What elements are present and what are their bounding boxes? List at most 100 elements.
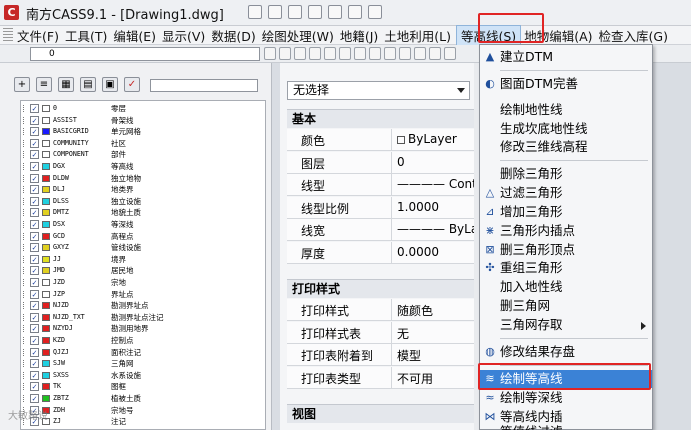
layer-color-swatch[interactable] [42,371,50,379]
dropdown-item[interactable]: ⋇ 三角形内插点 [480,222,652,240]
layer-color-swatch[interactable] [42,116,50,124]
menu-0[interactable]: 文件(F) [17,26,65,45]
layer-row[interactable]: ✓ TK 图框 [21,381,265,392]
layer-visible-checkbox[interactable]: ✓ [30,278,39,287]
layer-row[interactable]: ✓ DLDW 独立地物 [21,173,265,184]
property-value[interactable]: 模型 [397,347,477,364]
layer-visible-checkbox[interactable]: ✓ [30,220,39,229]
layer-color-swatch[interactable] [42,174,50,182]
undo-icon[interactable] [328,5,342,19]
help-icon[interactable] [444,47,456,60]
property-row[interactable]: 线型比例 1.0000 [287,196,477,219]
layer-row[interactable]: ✓ BASICGRID 单元网格 [21,126,265,137]
redo-icon[interactable] [348,5,362,19]
layer-row[interactable]: ✓ JMD 居民地 [21,265,265,276]
layer-row[interactable]: ✓ GCD 高程点 [21,231,265,242]
property-value[interactable]: ByLayer [397,132,477,146]
property-value[interactable]: 0 [397,155,477,169]
zoom-icon[interactable] [264,47,276,60]
menu-4[interactable]: 数据(D) [211,26,261,45]
layer-color-swatch[interactable] [42,105,50,112]
property-value[interactable]: ———— Contin [397,177,477,191]
layer-row[interactable]: ✓ ZJ 注记 [21,416,265,427]
property-row[interactable]: 打印表附着到 模型 [287,344,477,367]
layer-manager-icon[interactable] [414,47,426,60]
layer-color-swatch[interactable] [42,360,50,368]
layer-row[interactable]: ✓ NJZD_TXT 勘测界址点注记 [21,312,265,323]
layer-row[interactable]: ✓ ASSIST 骨架线 [21,115,265,126]
layer-color-swatch[interactable] [42,255,50,263]
layer-color-swatch[interactable] [42,209,50,217]
layer-visible-checkbox[interactable]: ✓ [30,104,39,113]
dropdown-item[interactable]: 三角网存取 [480,316,652,334]
layer-color-swatch[interactable] [42,302,50,310]
property-value[interactable]: 0.0000 [397,245,477,259]
layer-visible-checkbox[interactable]: ✓ [30,115,39,125]
menu-7[interactable]: 土地利用(L) [384,26,457,45]
layer-visible-checkbox[interactable]: ✓ [30,208,39,218]
zoom-window-icon[interactable] [294,47,306,60]
layer-visible-checkbox[interactable]: ✓ [30,266,39,276]
section-basic[interactable]: 基本 [287,109,477,128]
dropdown-item[interactable]: ≈ 绘制等深线 [480,389,652,407]
layer-freeze-icon[interactable]: ▤ [80,77,96,92]
layer-row[interactable]: ✓ KZD 控制点 [21,335,265,346]
section-print-style[interactable]: 打印样式 [287,279,477,298]
layer-search-input[interactable] [150,79,258,92]
layer-row[interactable]: ✓ ZDH 宗地号 [21,405,265,416]
layer-row[interactable]: ✓ QJZJ 面积注记 [21,347,265,358]
layer-visible-checkbox[interactable]: ✓ [30,394,39,403]
dropdown-item[interactable]: ▲ 建立DTM [480,48,652,66]
layer-visible-checkbox[interactable]: ✓ [30,301,39,311]
layer-color-swatch[interactable] [42,139,50,147]
layer-on-icon[interactable]: ▣ [102,77,118,92]
layer-color-swatch[interactable] [42,244,50,252]
layer-row[interactable]: ✓ JZD 宗地 [21,277,265,288]
menu-10[interactable]: 检查入库(G) [599,26,674,45]
layer-visible-checkbox[interactable]: ✓ [30,254,39,264]
layer-filter-icon[interactable]: ▦ [58,77,74,92]
layer-states-icon[interactable]: ≡ [36,77,52,92]
layer-visible-checkbox[interactable]: ✓ [30,347,39,357]
open-file-icon[interactable] [268,5,282,19]
dropdown-item[interactable]: ✣ 重组三角形 [480,259,652,277]
layer-visible-checkbox[interactable]: ✓ [30,127,39,137]
layer-color-swatch[interactable] [42,232,50,240]
print-icon[interactable] [308,5,322,19]
layer-visible-checkbox[interactable]: ✓ [30,196,39,206]
match-properties-icon[interactable] [429,47,441,60]
dropdown-item[interactable]: 绘制地性线 [480,101,652,119]
property-row[interactable]: 线宽 ———— ByLaye [287,219,477,242]
layer-color-swatch[interactable] [42,325,50,333]
layer-color-swatch[interactable] [42,221,50,228]
dropdown-item[interactable]: ◐ 图面DTM完善 [480,75,652,93]
layer-row[interactable]: ✓ GXYZ 管线设施 [21,242,265,253]
layer-visible-checkbox[interactable]: ✓ [30,173,39,183]
layer-color-swatch[interactable] [42,163,50,170]
layer-color-swatch[interactable] [42,337,50,344]
layer-row[interactable]: ✓ 0 零层 [21,103,265,114]
layer-color-swatch[interactable] [42,313,50,321]
layer-row[interactable]: ✓ JJ 境界 [21,254,265,265]
layer-visible-checkbox[interactable]: ✓ [30,382,39,392]
layer-color-swatch[interactable] [42,151,50,159]
layer-row[interactable]: ✓ NJZD 勘测界址点 [21,300,265,311]
layer-row[interactable]: ✓ NZYDJ 勘测用地界 [21,323,265,334]
menu-1[interactable]: 工具(T) [65,26,113,45]
property-value[interactable]: 无 [397,325,477,342]
dropdown-item[interactable]: 删除三角形 [480,165,652,183]
pan-icon[interactable] [279,47,291,60]
selection-dropdown[interactable]: 无选择 [287,81,470,100]
property-row[interactable]: 打印样式表 无 [287,321,477,344]
layer-row[interactable]: ✓ DSX 等深线 [21,219,265,230]
dropdown-item[interactable]: 删三角网 [480,297,652,315]
menu-6[interactable]: 地籍(J) [340,26,384,45]
layer-visible-checkbox[interactable]: ✓ [30,336,39,345]
properties-icon[interactable] [399,47,411,60]
layer-combo[interactable]: 0 [30,47,260,61]
zoom-extents-icon[interactable] [324,47,336,60]
menu-3[interactable]: 显示(V) [162,26,211,45]
save-icon[interactable] [288,5,302,19]
dropdown-item[interactable]: ⊠ 删三角形顶点 [480,241,652,259]
property-row[interactable]: 打印样式 随颜色 [287,299,477,321]
